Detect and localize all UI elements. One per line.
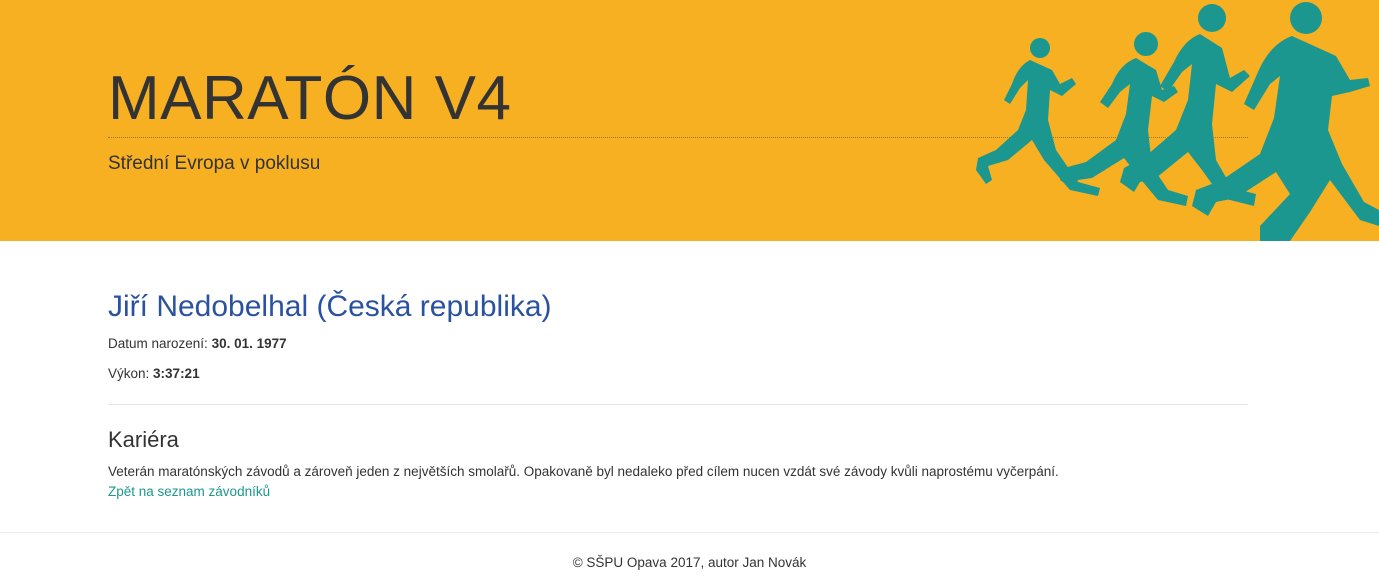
performance-label: Výkon:	[108, 366, 150, 381]
birth-date-label: Datum narození:	[108, 336, 208, 351]
page-header: MARATÓN V4 Střední Evropa v poklusu	[0, 0, 1379, 241]
runners-illustration	[976, 2, 1379, 241]
site-title: MARATÓN V4	[108, 64, 512, 133]
site-subtitle: Střední Evropa v poklusu	[108, 153, 321, 174]
runner-name-heading: Jiří Nedobelhal (Česká republika)	[108, 290, 552, 323]
runner-figure	[1192, 2, 1379, 241]
footer-divider	[0, 532, 1379, 533]
performance-value: 3:37:21	[153, 366, 200, 381]
back-to-list-link[interactable]: Zpět na seznam závodníků	[108, 484, 270, 499]
performance-line: Výkon: 3:37:21	[108, 366, 200, 381]
career-heading: Kariéra	[108, 427, 179, 452]
birth-date-value: 30. 01. 1977	[211, 336, 287, 351]
career-description: Veterán maratónských závodů a zároveň je…	[108, 464, 1059, 479]
section-divider	[108, 404, 1248, 405]
page-footer: © SŠPU Opava 2017, autor Jan Novák	[0, 555, 1379, 570]
footer-text: © SŠPU Opava 2017, autor Jan Novák	[572, 555, 807, 570]
birth-date-line: Datum narození: 30. 01. 1977	[108, 336, 287, 351]
